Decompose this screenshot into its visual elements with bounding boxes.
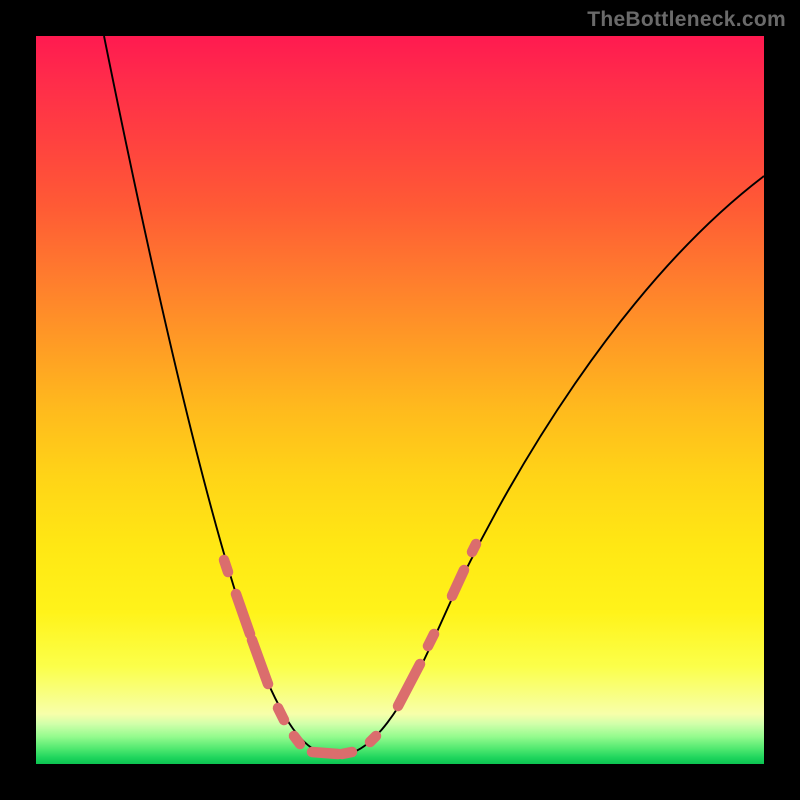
background-gradient-top: [36, 36, 764, 714]
background-gradient-bottom: [36, 714, 764, 764]
watermark-text: TheBottleneck.com: [587, 8, 786, 32]
plot-area: [36, 36, 764, 764]
chart-frame: TheBottleneck.com: [0, 0, 800, 800]
